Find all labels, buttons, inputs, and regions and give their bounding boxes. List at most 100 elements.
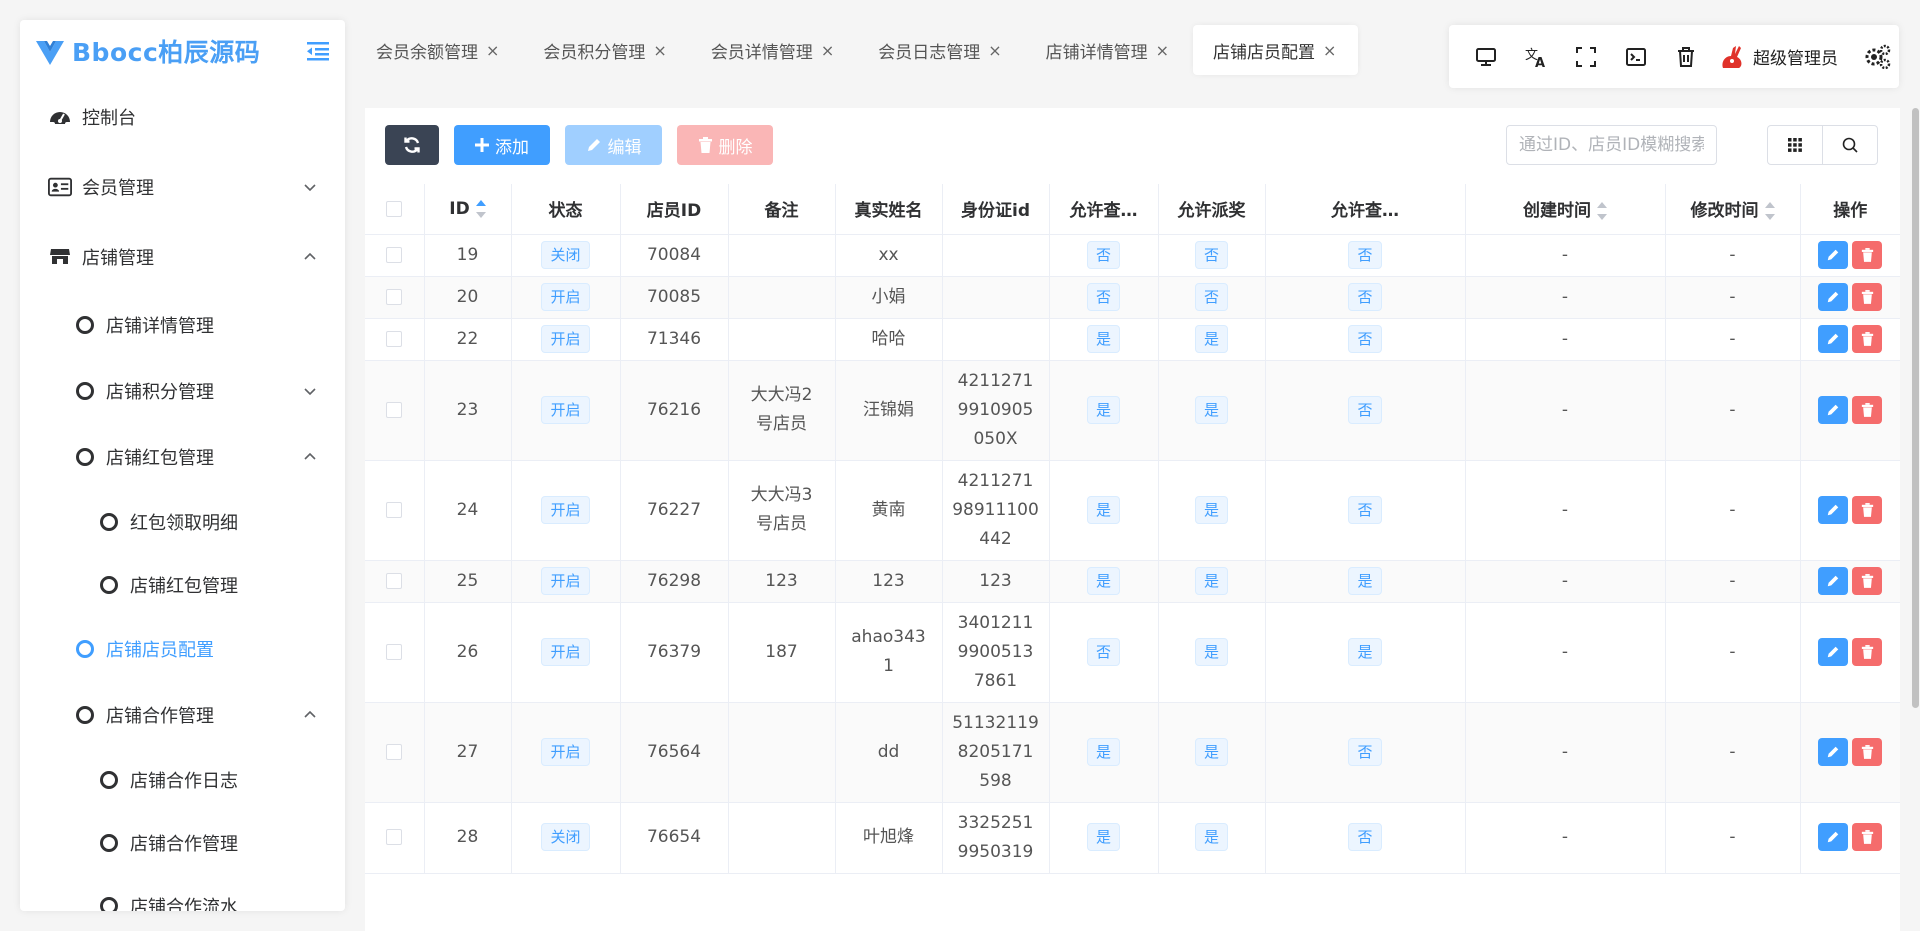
cell-id-card: 3325251 9950319 (942, 802, 1050, 874)
row-edit-button[interactable] (1818, 282, 1849, 311)
row-edit-button[interactable] (1818, 823, 1849, 851)
trash-icon[interactable] (1661, 37, 1711, 77)
row-edit-button[interactable] (1818, 240, 1849, 269)
row-checkbox[interactable] (386, 288, 403, 305)
column-header: 真实姓名 (835, 184, 943, 235)
row-checkbox[interactable] (386, 330, 403, 347)
logo-bar: Bbocc柏辰源码 (20, 20, 345, 82)
row-delete-button[interactable] (1852, 240, 1883, 269)
cell-a1: 是 (1049, 460, 1159, 561)
edit-button[interactable]: 编辑 (565, 125, 662, 165)
translate-icon[interactable]: 文A (1511, 37, 1561, 77)
sidebar-item-6[interactable]: 红包领取明细 (20, 490, 345, 553)
tab-2[interactable]: 会员详情管理 × (691, 25, 856, 75)
pencil-icon (1828, 291, 1839, 302)
column-header[interactable]: 修改时间 (1665, 184, 1801, 235)
sidebar-item-7[interactable]: 店铺红包管理 (20, 553, 345, 616)
row-select-cell (365, 276, 425, 319)
row-edit-button[interactable] (1818, 495, 1849, 524)
chevron-up-icon[interactable] (303, 450, 317, 464)
sidebar-item-2[interactable]: 店铺管理 (20, 222, 345, 292)
tab-4[interactable]: 店铺详情管理 × (1026, 25, 1191, 75)
cell-id: 23 (424, 360, 512, 461)
row-delete-button[interactable] (1852, 637, 1883, 666)
select-all-checkbox[interactable] (386, 200, 403, 217)
sidebar-item-10[interactable]: 店铺合作日志 (20, 748, 345, 811)
row-checkbox[interactable] (386, 743, 403, 760)
scrollbar-thumb[interactable] (1912, 108, 1919, 708)
sidebar-item-0[interactable]: 控制台 (20, 82, 345, 152)
settings-gear-icon[interactable] (1862, 42, 1892, 72)
cell-id-card (942, 318, 1050, 361)
grid-view-button[interactable] (1767, 125, 1823, 165)
fullscreen-icon[interactable] (1561, 37, 1611, 77)
close-icon[interactable]: × (1156, 41, 1169, 60)
search-button[interactable] (1822, 125, 1878, 165)
column-header[interactable]: ID (424, 184, 512, 235)
sidebar-item-4[interactable]: 店铺积分管理 (20, 358, 345, 424)
close-icon[interactable]: × (653, 41, 666, 60)
sidebar-item-3[interactable]: 店铺详情管理 (20, 292, 345, 358)
sidebar-item-12[interactable]: 店铺合作流水 (20, 874, 345, 911)
sidebar-item-9[interactable]: 店铺合作管理 (20, 682, 345, 748)
chevron-up-icon[interactable] (303, 708, 317, 722)
close-icon[interactable]: × (821, 41, 834, 60)
sidebar-item-11[interactable]: 店铺合作管理 (20, 811, 345, 874)
column-header-label: 允许查… (1069, 201, 1138, 222)
row-checkbox[interactable] (386, 246, 403, 263)
close-icon[interactable]: × (1323, 41, 1336, 60)
cell-clerk-id: 76379 (620, 602, 729, 703)
cell-a3: 否 (1265, 276, 1466, 319)
add-button[interactable]: 添加 (454, 125, 550, 165)
chevron-down-icon[interactable] (303, 180, 317, 194)
close-icon[interactable]: × (988, 41, 1001, 60)
row-checkbox[interactable] (386, 501, 403, 518)
sort-icon[interactable] (1597, 202, 1607, 221)
row-edit-button[interactable] (1818, 737, 1849, 766)
sidebar-item-5[interactable]: 店铺红包管理 (20, 424, 345, 490)
row-edit-button[interactable] (1818, 566, 1849, 595)
column-header[interactable]: 创建时间 (1465, 184, 1666, 235)
avatar-icon (1722, 45, 1742, 68)
row-edit-button[interactable] (1818, 637, 1849, 666)
chevron-down-icon[interactable] (303, 384, 317, 398)
header-tools: 文A 超级管理员 (1449, 25, 1899, 88)
terminal-icon[interactable] (1611, 37, 1661, 77)
row-edit-button[interactable] (1818, 324, 1849, 353)
delete-button[interactable]: 删除 (677, 125, 773, 165)
row-delete-button[interactable] (1852, 395, 1883, 424)
sidebar-item-1[interactable]: 会员管理 (20, 152, 345, 222)
page-scrollbar[interactable] (1911, 108, 1920, 708)
row-checkbox[interactable] (386, 829, 403, 845)
sort-icon[interactable] (1764, 202, 1775, 221)
sort-icon[interactable] (475, 199, 486, 218)
row-actions (1800, 802, 1900, 874)
tab-3[interactable]: 会员日志管理 × (858, 25, 1023, 75)
row-delete-button[interactable] (1852, 495, 1883, 524)
search-input[interactable] (1506, 125, 1717, 165)
circle-bullet-icon (76, 448, 94, 466)
row-checkbox[interactable] (386, 572, 403, 589)
tag-badge: 是 (1086, 324, 1120, 353)
row-checkbox[interactable] (386, 401, 403, 418)
sidebar-item-8[interactable]: 店铺店员配置 (20, 616, 345, 682)
tab-5[interactable]: 店铺店员配置 × (1193, 25, 1359, 75)
tab-0[interactable]: 会员余额管理 × (356, 25, 521, 75)
search-icon (1842, 137, 1858, 153)
row-delete-button[interactable] (1852, 282, 1883, 311)
refresh-button[interactable] (385, 125, 439, 165)
cell-a2: 否 (1158, 234, 1266, 277)
row-edit-button[interactable] (1818, 395, 1849, 424)
collapse-menu-icon[interactable] (305, 38, 331, 64)
tab-1[interactable]: 会员积分管理 × (523, 25, 688, 75)
close-icon[interactable]: × (486, 41, 499, 60)
desktop-icon[interactable] (1461, 37, 1511, 77)
row-delete-button[interactable] (1852, 823, 1883, 851)
row-delete-button[interactable] (1852, 737, 1883, 766)
user-menu[interactable]: 超级管理员 (1717, 42, 1838, 72)
row-delete-button[interactable] (1852, 566, 1883, 595)
column-header: 备注 (728, 184, 836, 235)
row-delete-button[interactable] (1852, 324, 1883, 353)
chevron-up-icon[interactable] (303, 250, 317, 264)
row-checkbox[interactable] (386, 643, 403, 660)
